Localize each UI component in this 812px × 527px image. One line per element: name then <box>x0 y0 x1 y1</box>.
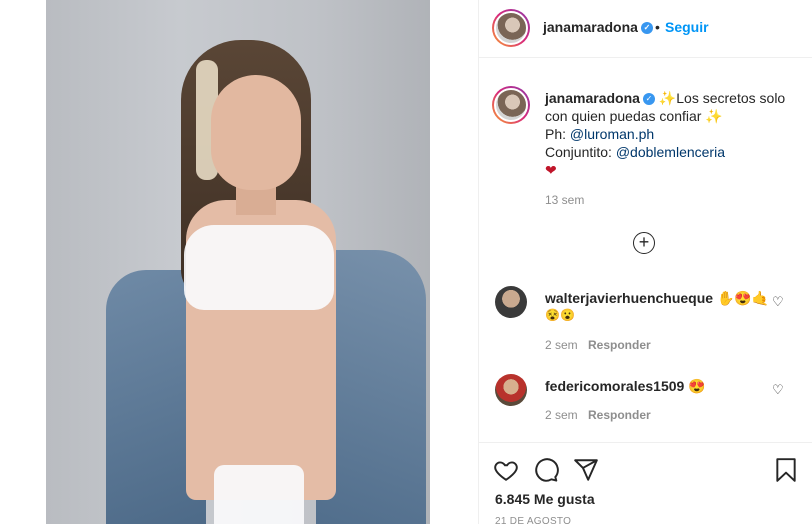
comment-like-icon[interactable]: ♡ <box>772 294 784 310</box>
action-bar: 6.845 Me gusta 21 DE AGOSTO <box>479 442 812 527</box>
like-icon[interactable] <box>493 457 519 483</box>
follow-button[interactable]: Seguir <box>665 19 709 35</box>
comment-emoji: ✋😍🤙 <box>716 290 770 306</box>
comment-username[interactable]: walterjavierhuenchueque ✋😍🤙 <box>545 290 769 307</box>
comment-timestamp[interactable]: 2 sem <box>545 338 578 352</box>
photo-lingerie-top <box>184 225 334 310</box>
caption-username[interactable]: janamaradona <box>545 90 640 106</box>
reply-button[interactable]: Responder <box>588 408 651 422</box>
post-modal: janamaradona ✓ • Seguir janamaradona ✓ ✨Lo… <box>0 0 812 527</box>
caption-avatar[interactable] <box>492 86 530 124</box>
caption-timestamp[interactable]: 13 sem <box>545 193 584 207</box>
comment-emoji: 😍 <box>688 378 706 394</box>
comment-item: walterjavierhuenchueque ✋😍🤙 😵😮 2 sem Res… <box>492 286 802 352</box>
sparkles-icon: ✨ <box>658 90 677 106</box>
photographer-link[interactable]: @luroman.ph <box>570 126 654 142</box>
sparkles-icon: ✨ <box>705 108 723 124</box>
photo-panel <box>0 0 478 524</box>
comment-avatar[interactable] <box>495 374 527 406</box>
photo-lingerie-bottom <box>214 465 304 524</box>
comment-username[interactable]: federicomorales1509 😍 <box>545 378 706 395</box>
verified-icon: ✓ <box>640 22 653 35</box>
brand-link[interactable]: @doblemlenceria <box>616 144 725 160</box>
post-photo[interactable] <box>46 0 430 524</box>
caption-set-label: Conjuntito: <box>545 144 616 160</box>
reply-button[interactable]: Responder <box>588 338 651 352</box>
comment-like-icon[interactable]: ♡ <box>772 382 784 398</box>
caption-ph-label: Ph: <box>545 126 570 142</box>
author-avatar[interactable] <box>492 9 530 47</box>
bookmark-icon[interactable] <box>773 457 799 483</box>
author-username[interactable]: janamaradona ✓ <box>543 19 653 35</box>
post-header: janamaradona ✓ • Seguir <box>479 0 812 58</box>
heart-icon: ❤ <box>545 162 557 178</box>
comment-avatar[interactable] <box>495 286 527 318</box>
like-count[interactable]: 6.845 Me gusta <box>495 491 595 507</box>
comment-emoji-line: 😵😮 <box>545 308 575 322</box>
post-date[interactable]: 21 DE AGOSTO <box>495 516 571 527</box>
comment-item: federicomorales1509 😍 2 sem Responder ♡ <box>492 374 802 434</box>
comment-icon[interactable] <box>533 457 559 483</box>
caption-text: janamaradona ✓ ✨Los secretos solo con qui… <box>545 89 795 179</box>
comment-timestamp[interactable]: 2 sem <box>545 408 578 422</box>
post-sidebar: janamaradona ✓ • Seguir janamaradona ✓ ✨Lo… <box>478 0 812 527</box>
separator-dot: • <box>655 19 660 35</box>
share-icon[interactable] <box>573 457 599 483</box>
photo-face <box>211 75 301 190</box>
add-circle-icon[interactable]: + <box>633 232 655 254</box>
verified-icon: ✓ <box>642 93 655 106</box>
